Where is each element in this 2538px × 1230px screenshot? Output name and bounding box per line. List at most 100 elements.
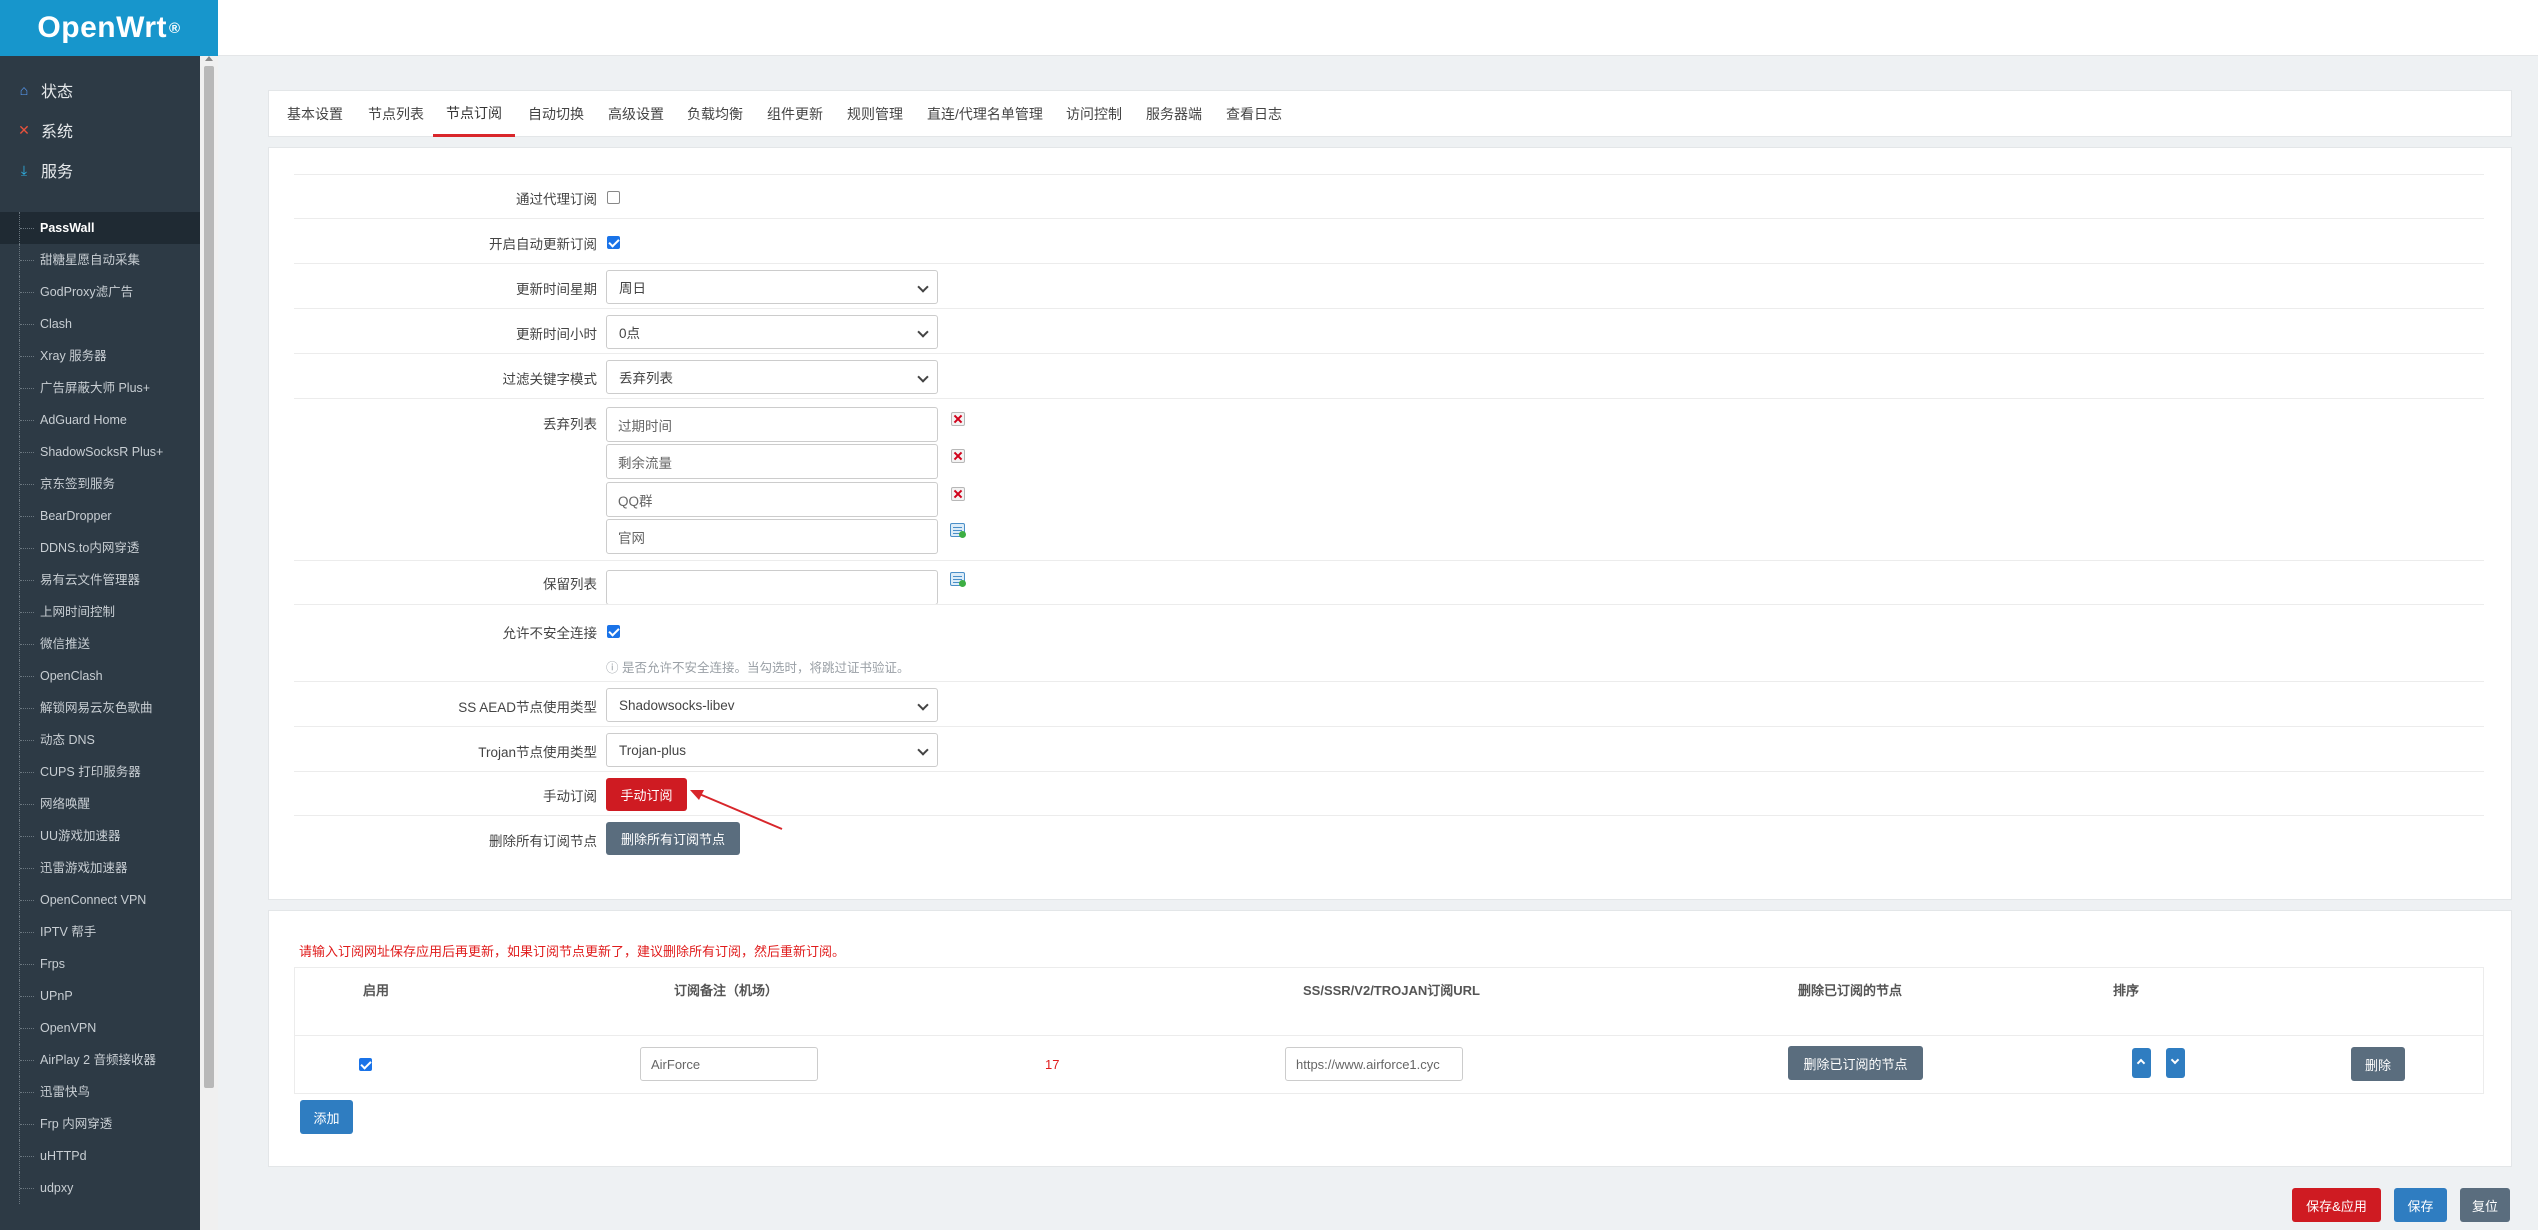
sidebar-category-status[interactable]: ⌂ 状态	[0, 70, 200, 110]
sidebar-item[interactable]: DDNS.to内网穿透	[0, 532, 200, 564]
trojan-type-select[interactable]: Trojan-plus	[606, 733, 938, 767]
tab-basic-settings[interactable]: 基本设置	[287, 91, 343, 137]
sidebar-item[interactable]: 网络唤醒	[0, 788, 200, 820]
sidebar-item[interactable]: UPnP	[0, 980, 200, 1012]
update-hour-select[interactable]: 0点	[606, 315, 938, 349]
field-label: 通过代理订阅	[516, 192, 597, 207]
sidebar-item[interactable]: udpxy	[0, 1172, 200, 1204]
divider	[294, 263, 2484, 264]
openwrt-logo[interactable]: OpenWrt ®	[0, 0, 218, 56]
delete-all-subscribed-nodes-button[interactable]: 删除所有订阅节点	[606, 822, 740, 855]
sidebar-item[interactable]: 迅雷游戏加速器	[0, 852, 200, 884]
manual-subscribe-button[interactable]: 手动订阅	[606, 778, 687, 811]
remove-entry-icon[interactable]	[951, 487, 965, 501]
sidebar-item[interactable]: OpenClash	[0, 660, 200, 692]
sidebar-scrollbar[interactable]	[200, 56, 218, 1230]
sidebar-item[interactable]: Frp 内网穿透	[0, 1108, 200, 1140]
tab-access-control[interactable]: 访问控制	[1066, 91, 1122, 137]
top-bar	[0, 0, 2538, 56]
tab-rule-manage[interactable]: 规则管理	[847, 91, 903, 137]
sidebar-item[interactable]: Frps	[0, 948, 200, 980]
sidebar-item[interactable]: CUPS 打印服务器	[0, 756, 200, 788]
discard-list-input[interactable]: 剩余流量	[606, 444, 938, 479]
tab-direct-proxy-list[interactable]: 直连/代理名单管理	[927, 91, 1043, 137]
sidebar-item[interactable]: UU游戏加速器	[0, 820, 200, 852]
tab-view-log[interactable]: 查看日志	[1226, 91, 1282, 137]
tab-node-subscribe[interactable]: 节点订阅	[433, 91, 515, 137]
delete-subscription-button[interactable]: 删除	[2351, 1047, 2405, 1081]
sidebar: ⌂ 状态 ✕ 系统 ⤓ 服务 PassWall 甜糖星愿自动采集 GodProxy滤…	[0, 56, 200, 1230]
tab-server[interactable]: 服务器端	[1146, 91, 1202, 137]
discard-list-input[interactable]: QQ群	[606, 482, 938, 517]
discard-list-input[interactable]: 过期时间	[606, 407, 938, 442]
scroll-up-arrow-icon[interactable]	[205, 56, 213, 61]
sidebar-item[interactable]: BearDropper	[0, 500, 200, 532]
info-icon: ⓘ	[606, 661, 619, 675]
subscription-url-input[interactable]: https://www.airforce1.cyc	[1285, 1047, 1463, 1081]
tab-load-balance[interactable]: 负载均衡	[687, 91, 743, 137]
sidebar-item[interactable]: 解锁网易云灰色歌曲	[0, 692, 200, 724]
sidebar-item[interactable]: AdGuard Home	[0, 404, 200, 436]
move-down-button[interactable]	[2166, 1048, 2185, 1078]
sidebar-services-list: PassWall 甜糖星愿自动采集 GodProxy滤广告 Clash Xray 服务器…	[0, 212, 200, 1204]
sidebar-item[interactable]: 微信推送	[0, 628, 200, 660]
sidebar-item[interactable]: OpenVPN	[0, 1012, 200, 1044]
filter-mode-select[interactable]: 丢弃列表	[606, 360, 938, 394]
field-label: 开启自动更新订阅	[489, 237, 597, 252]
scrollbar-thumb[interactable]	[204, 66, 214, 1088]
auto-update-checkbox[interactable]	[607, 236, 620, 249]
move-up-button[interactable]	[2132, 1048, 2151, 1078]
sidebar-item[interactable]: 上网时间控制	[0, 596, 200, 628]
discard-list-input[interactable]: 官网	[606, 519, 938, 554]
sidebar-item[interactable]: ShadowSocksR Plus+	[0, 436, 200, 468]
sidebar-item[interactable]: 易有云文件管理器	[0, 564, 200, 596]
sidebar-item[interactable]: 动态 DNS	[0, 724, 200, 756]
tab-node-list[interactable]: 节点列表	[368, 91, 424, 137]
remove-entry-icon[interactable]	[951, 412, 965, 426]
tab-component-update[interactable]: 组件更新	[767, 91, 823, 137]
column-header-enabled: 启用	[363, 983, 390, 998]
sidebar-item[interactable]: Xray 服务器	[0, 340, 200, 372]
brand-name: OpenWrt	[37, 11, 168, 44]
update-weekday-select[interactable]: 周日	[606, 270, 938, 304]
sidebar-item[interactable]: IPTV 帮手	[0, 916, 200, 948]
allow-insecure-checkbox[interactable]	[607, 625, 620, 638]
subscribe-settings-form: 通过代理订阅 开启自动更新订阅 更新时间星期 周日 更新时间小时 0点 过滤关键…	[268, 147, 2512, 900]
delete-subscribed-nodes-button[interactable]: 删除已订阅的节点	[1788, 1046, 1923, 1080]
divider	[294, 308, 2484, 309]
add-subscription-button[interactable]: 添加	[300, 1100, 353, 1134]
sidebar-item[interactable]: Clash	[0, 308, 200, 340]
sidebar-item[interactable]: uHTTPd	[0, 1140, 200, 1172]
sidebar-category-system[interactable]: ✕ 系统	[0, 110, 200, 150]
subscription-enabled-checkbox[interactable]	[359, 1058, 372, 1071]
sidebar-item[interactable]: PassWall	[0, 212, 200, 244]
save-apply-button[interactable]: 保存&应用	[2292, 1188, 2381, 1222]
sidebar-item[interactable]: 京东签到服务	[0, 468, 200, 500]
subscription-warning: 请输入订阅网址保存应用后再更新，如果订阅节点更新了，建议删除所有订阅，然后重新订…	[299, 944, 846, 959]
sidebar-item[interactable]: GodProxy滤广告	[0, 276, 200, 308]
sidebar-item[interactable]: AirPlay 2 音频接收器	[0, 1044, 200, 1076]
tab-advanced-settings[interactable]: 高级设置	[608, 91, 664, 137]
tab-auto-switch[interactable]: 自动切换	[528, 91, 584, 137]
column-header-remark: 订阅备注（机场）	[674, 983, 779, 998]
sidebar-category-label: 服务	[41, 164, 74, 181]
sidebar-item[interactable]: 甜糖星愿自动采集	[0, 244, 200, 276]
sidebar-item[interactable]: OpenConnect VPN	[0, 884, 200, 916]
keep-list-input[interactable]	[606, 570, 938, 605]
save-button[interactable]: 保存	[2394, 1188, 2447, 1222]
sidebar-category-services[interactable]: ⤓ 服务	[0, 150, 200, 190]
add-entry-icon[interactable]	[950, 572, 966, 587]
field-label: 手动订阅	[543, 789, 597, 804]
add-entry-icon[interactable]	[950, 523, 966, 538]
divider	[294, 218, 2484, 219]
sidebar-item[interactable]: 迅雷快鸟	[0, 1076, 200, 1108]
column-header-url: SS/SSR/V2/TROJAN订阅URL	[1303, 983, 1480, 998]
ss-aead-type-select[interactable]: Shadowsocks-libev	[606, 688, 938, 722]
reset-button[interactable]: 复位	[2460, 1188, 2510, 1222]
subscription-remark-input[interactable]: AirForce	[640, 1047, 818, 1081]
download-icon: ⤓	[20, 161, 28, 178]
sidebar-item[interactable]: 广告屏蔽大师 Plus+	[0, 372, 200, 404]
remove-entry-icon[interactable]	[951, 449, 965, 463]
table-header: 启用 订阅备注（机场） SS/SSR/V2/TROJAN订阅URL 删除已订阅的…	[294, 967, 2484, 1035]
subscribe-via-proxy-checkbox[interactable]	[607, 191, 620, 204]
